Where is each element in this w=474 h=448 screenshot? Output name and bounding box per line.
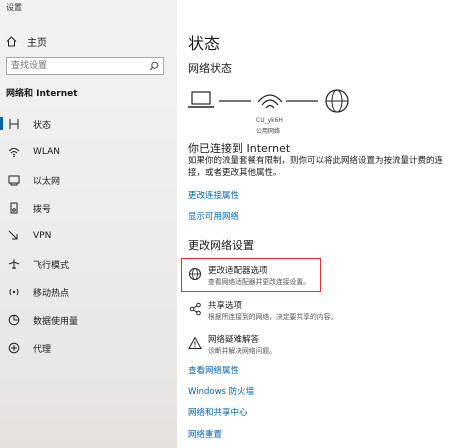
- sidebar-item-label: 代理: [33, 344, 52, 355]
- sidebar-item-label: WLAN: [33, 147, 61, 157]
- page-title: 状态: [188, 34, 221, 53]
- sidebar-item-proxy[interactable]: 代理: [0, 334, 177, 362]
- home-label: 主页: [27, 37, 47, 49]
- sidebar-item-data-usage[interactable]: 数据使用量: [0, 306, 177, 334]
- option-description: 根据所连接到的网络，决定要共享的内容。: [208, 313, 338, 321]
- sidebar-item-vpn[interactable]: VPN: [0, 222, 177, 250]
- warning-icon: [188, 336, 202, 349]
- option-description: 查看网络适配器并更改连接设置。: [208, 278, 310, 286]
- network-name: CU_yk6H: [256, 117, 283, 124]
- windows-firewall-link[interactable]: Windows 防火墙: [188, 385, 254, 397]
- sidebar-item-dialup[interactable]: 拨号: [0, 194, 177, 222]
- option-title: 更改适配器选项: [208, 266, 268, 276]
- sidebar-item-label: 拨号: [33, 204, 52, 215]
- search-input[interactable]: [11, 59, 147, 73]
- sharing-icon: [189, 302, 201, 316]
- laptop-icon: [188, 91, 214, 108]
- network-sharing-center-link[interactable]: 网络和共享中心: [188, 406, 248, 418]
- dialup-icon: [7, 201, 21, 215]
- ethernet-icon: [7, 173, 21, 187]
- sidebar-item-hotspot[interactable]: 移动热点: [0, 278, 177, 306]
- view-network-properties-link[interactable]: 查看网络属性: [188, 364, 239, 376]
- sidebar-item-label: 状态: [33, 120, 52, 131]
- adapter-globe-icon: [189, 268, 201, 280]
- home-nav-item[interactable]: 主页: [6, 34, 47, 49]
- sidebar: 设置 主页 网络和 Internet 状态 WLAN: [0, 0, 177, 448]
- sidebar-item-status[interactable]: 状态: [0, 110, 177, 138]
- wifi-signal-icon: [257, 94, 283, 109]
- network-troubleshooter[interactable]: 网络疑难解答 诊断并解决网络问题。: [188, 335, 276, 356]
- sidebar-item-label: 飞行模式: [33, 260, 70, 271]
- hotspot-icon: [7, 285, 21, 299]
- sidebar-item-airplane[interactable]: 飞行模式: [0, 250, 177, 278]
- window-title: 设置: [6, 3, 22, 12]
- show-available-networks-link[interactable]: 显示可用网络: [188, 210, 239, 222]
- change-adapter-options[interactable]: 更改适配器选项 查看网络适配器并更改连接设置。: [188, 266, 310, 287]
- change-connection-properties-link[interactable]: 更改连接属性: [188, 189, 239, 201]
- airplane-icon: [7, 257, 21, 271]
- sidebar-item-wlan[interactable]: WLAN: [0, 138, 177, 166]
- search-box[interactable]: [6, 57, 164, 75]
- connected-description: 如果你的流量套餐有限制，则你可以将此网络设置为按流量计费的连接，或者更改其他属性…: [188, 156, 444, 178]
- home-icon: [6, 35, 17, 46]
- sidebar-item-label: 数据使用量: [33, 316, 79, 327]
- wifi-icon: [7, 145, 21, 159]
- option-title: 共享选项: [208, 301, 243, 311]
- sidebar-item-label: 移动热点: [33, 288, 70, 299]
- network-type: 公用网络: [256, 128, 281, 135]
- sidebar-item-label: 以太网: [33, 176, 61, 187]
- search-icon[interactable]: [149, 61, 159, 71]
- option-title: 网络疑难解答: [208, 335, 260, 345]
- sidebar-item-ethernet[interactable]: 以太网: [0, 166, 177, 194]
- sidebar-nav: 状态 WLAN 以太网 拨号 VPN 飞行模式 移动热点 数据使用量 代理: [0, 110, 177, 362]
- sidebar-section-title: 网络和 Internet: [6, 89, 78, 99]
- data-usage-icon: [7, 313, 21, 327]
- status-icon: [7, 117, 21, 131]
- sidebar-item-label: VPN: [33, 231, 52, 241]
- proxy-icon: [7, 341, 21, 355]
- network-status-heading: 网络状态: [188, 62, 232, 75]
- sharing-options[interactable]: 共享选项 根据所连接到的网络，决定要共享的内容。: [188, 301, 337, 322]
- globe-icon: [325, 89, 349, 113]
- option-description: 诊断并解决网络问题。: [208, 347, 276, 355]
- change-network-settings-heading: 更改网络设置: [188, 239, 254, 252]
- connected-heading: 你已连接到 Internet: [188, 142, 291, 155]
- vpn-icon: [7, 229, 21, 243]
- network-reset-link[interactable]: 网络重置: [188, 428, 222, 440]
